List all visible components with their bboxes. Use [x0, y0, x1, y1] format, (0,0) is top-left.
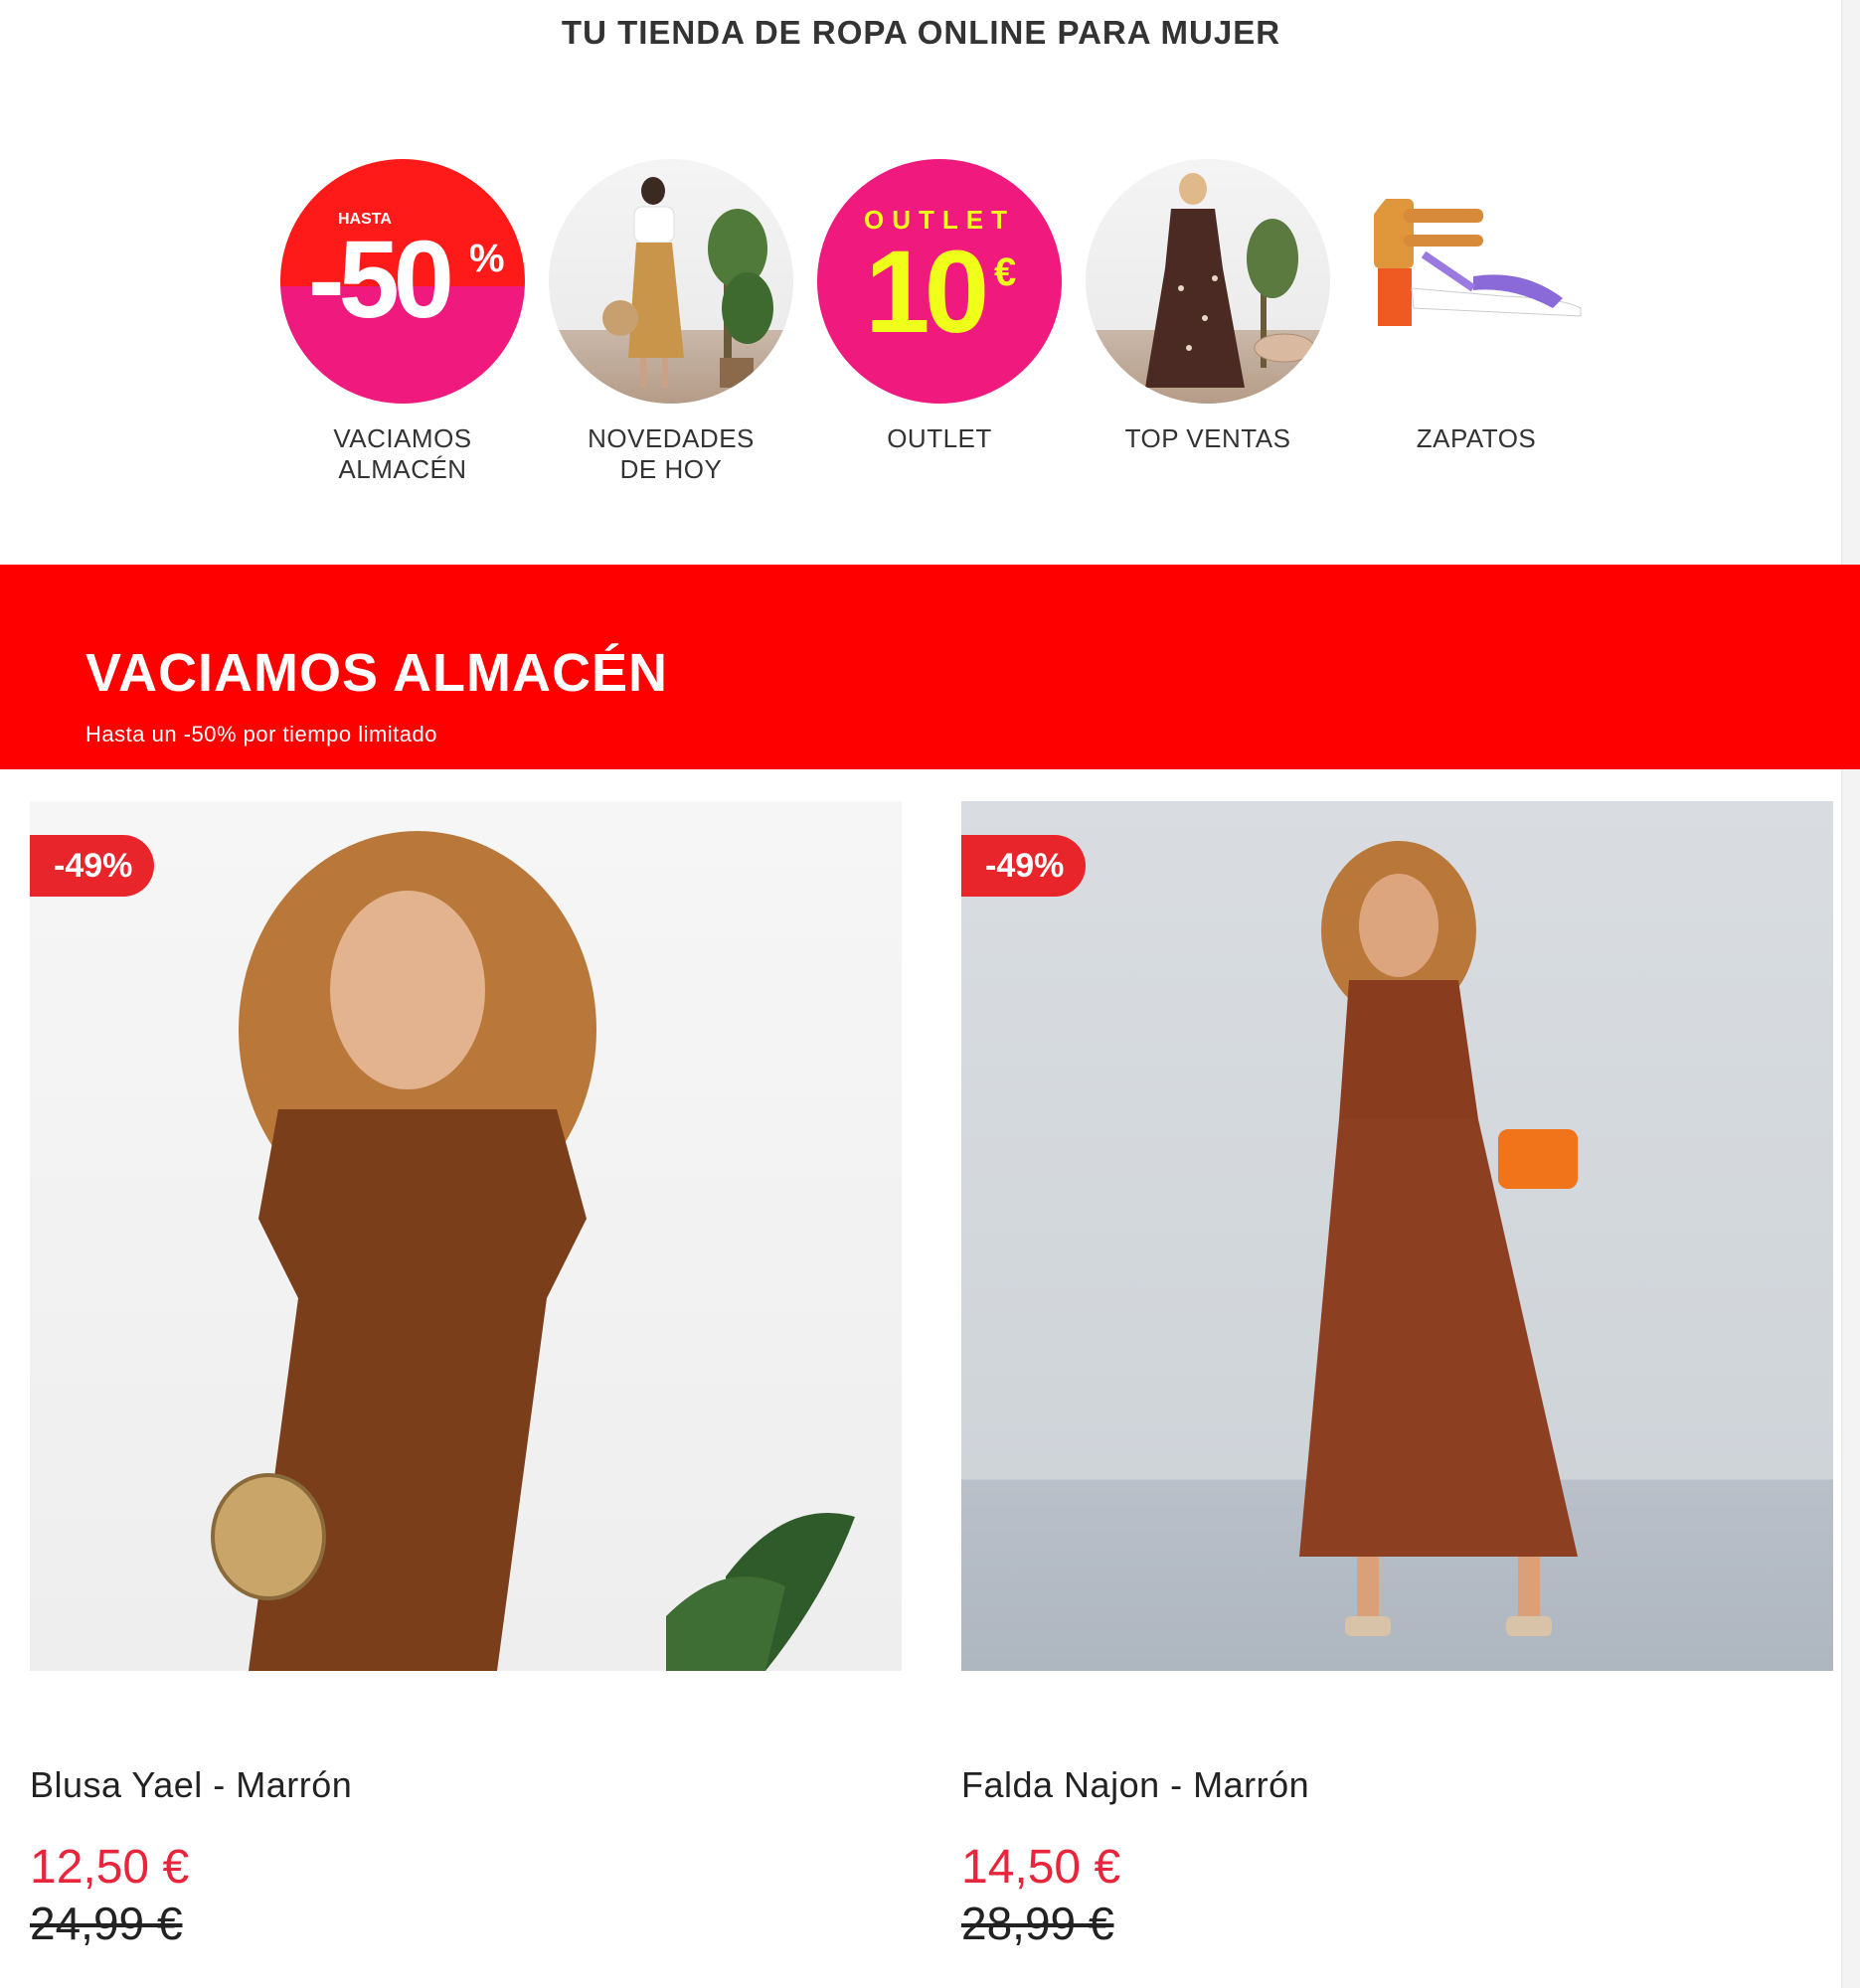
discount-badge: -49%	[961, 835, 1087, 897]
category-outlet[interactable]: OUTLET 10 € OUTLET	[805, 159, 1074, 454]
new-arrivals-photo[interactable]	[549, 159, 793, 404]
product-name[interactable]: Falda Najon - Marrón	[961, 1764, 1833, 1806]
category-top-ventas[interactable]: TOP VENTAS	[1074, 159, 1342, 454]
product-card[interactable]: -49% Blusa Yael - Marrón 12,50 € 24,99 €	[30, 801, 902, 1950]
model-illustration	[1145, 173, 1315, 388]
product-photo[interactable]: -49%	[30, 801, 902, 1671]
model-illustration	[602, 177, 773, 388]
banner-title: VACIAMOS ALMACÉN	[85, 643, 668, 703]
product-old-price: 24,99 €	[30, 1898, 183, 1949]
product-card[interactable]: -49% Falda Najon - Marrón 14,50 € 28,99 …	[961, 801, 1833, 1950]
sale-badge-symbol: %	[469, 237, 505, 280]
category-shortcuts: HASTA -50 % VACIAMOS ALMACÉN NOVEDADES D…	[268, 159, 1610, 497]
product-price: 12,50 €	[30, 1841, 190, 1894]
sandal-illustration	[1374, 199, 1582, 326]
page-scrollbar[interactable]	[1841, 0, 1860, 1988]
category-label: NOVEDADES DE HOY	[588, 423, 755, 484]
sale-50-circle-image[interactable]: HASTA -50 %	[280, 159, 525, 404]
category-label: ZAPATOS	[1416, 423, 1537, 453]
discount-badge: -49%	[30, 835, 155, 897]
banner-subtitle: Hasta un -50% por tiempo limitado	[85, 722, 437, 746]
category-zapatos[interactable]: ZAPATOS	[1342, 159, 1610, 454]
outlet-10-circle-image[interactable]: OUTLET 10 €	[817, 159, 1062, 404]
top-sales-photo[interactable]	[1086, 159, 1330, 404]
shoes-image[interactable]	[1354, 159, 1599, 404]
category-label: TOP VENTAS	[1124, 423, 1291, 453]
category-novedades-de-hoy[interactable]: NOVEDADES DE HOY	[537, 159, 805, 485]
product-photo[interactable]: -49%	[961, 801, 1833, 1671]
sale-badge-number: -50	[308, 219, 454, 341]
product-name[interactable]: Blusa Yael - Marrón	[30, 1764, 902, 1806]
outlet-badge-number: 10	[865, 227, 989, 358]
outlet-badge-symbol: €	[994, 250, 1017, 294]
product-price: 14,50 €	[961, 1841, 1121, 1894]
promo-banner[interactable]: VACIAMOS ALMACÉN Hasta un -50% por tiemp…	[0, 565, 1860, 769]
product-model-illustration	[211, 831, 855, 1671]
page-tagline: TU TIENDA DE ROPA ONLINE PARA MUJER	[561, 14, 1281, 51]
category-label: VACIAMOS ALMACÉN	[333, 423, 472, 484]
category-label: OUTLET	[887, 423, 992, 453]
category-vaciamos-almacen[interactable]: HASTA -50 % VACIAMOS ALMACÉN	[268, 159, 537, 485]
product-model-illustration	[1299, 841, 1578, 1636]
product-old-price: 28,99 €	[961, 1898, 1114, 1949]
